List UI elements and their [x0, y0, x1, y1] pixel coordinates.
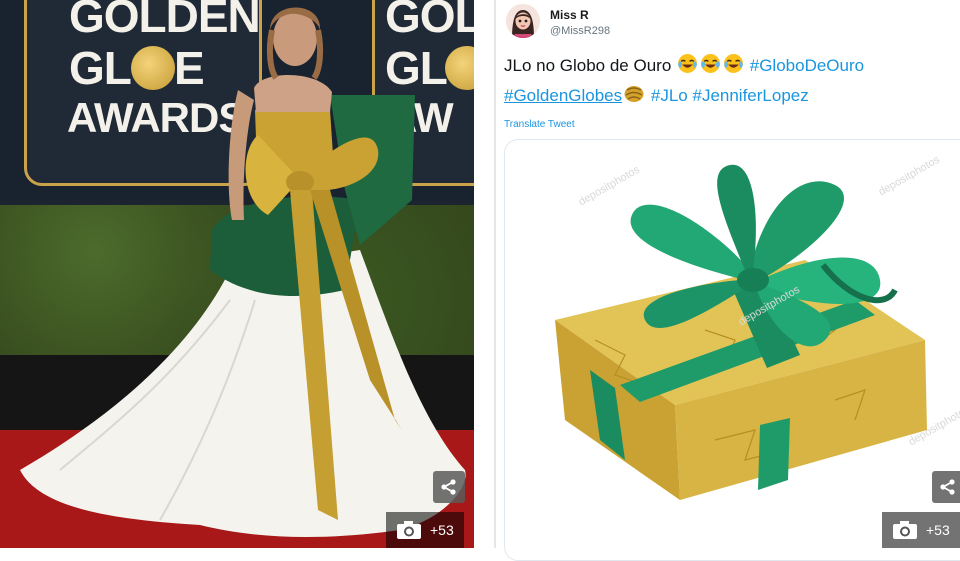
share-icon — [441, 479, 456, 495]
share-button[interactable] — [932, 471, 960, 503]
gift-box-image — [555, 164, 927, 500]
embedded-tweet: Miss R @MissR298 JLo no Globo de Ouro #G… — [496, 0, 960, 561]
photo-gallery-badge[interactable]: +53 — [882, 512, 960, 548]
tweet-text: JLo no Globo de Ouro #GloboDeOuro #Golde… — [504, 52, 954, 112]
photo-count: +53 — [926, 522, 950, 538]
avatar-girl-icon — [506, 4, 540, 38]
laughing-tears-emoji-icon — [677, 53, 698, 82]
laughing-tears-emoji-icon — [700, 53, 721, 82]
hashtag-jlo[interactable]: #JLo — [651, 86, 688, 105]
share-button[interactable] — [433, 471, 465, 503]
user-handle[interactable]: @MissR298 — [550, 25, 610, 37]
camera-icon — [893, 521, 917, 539]
photo-gallery-badge[interactable]: +53 — [386, 512, 464, 548]
translate-tweet-link[interactable]: Translate Tweet — [504, 119, 575, 130]
woman-in-gown-illustration — [20, 7, 466, 537]
tweet-media-image[interactable]: depositphotos depositphotos depositphoto… — [504, 139, 960, 561]
article-photo[interactable]: GOLDEN GL BE AWARDS GOLD GL AW — [0, 0, 474, 548]
photo-count: +53 — [430, 522, 454, 538]
camera-icon — [397, 521, 421, 539]
avatar[interactable] — [506, 4, 540, 38]
share-icon — [940, 479, 955, 495]
hashtag-goldenglobes[interactable]: #GoldenGlobes — [504, 86, 622, 105]
laughing-tears-emoji-icon — [723, 53, 744, 82]
golden-globe-hashflag-icon — [623, 84, 645, 112]
display-name[interactable]: Miss R — [550, 8, 589, 22]
tweet-body-text: JLo no Globo de Ouro — [504, 56, 672, 75]
hashtag-jenniferlopez[interactable]: #JenniferLopez — [692, 86, 808, 105]
hashtag-globodeouro[interactable]: #GloboDeOuro — [750, 56, 864, 75]
